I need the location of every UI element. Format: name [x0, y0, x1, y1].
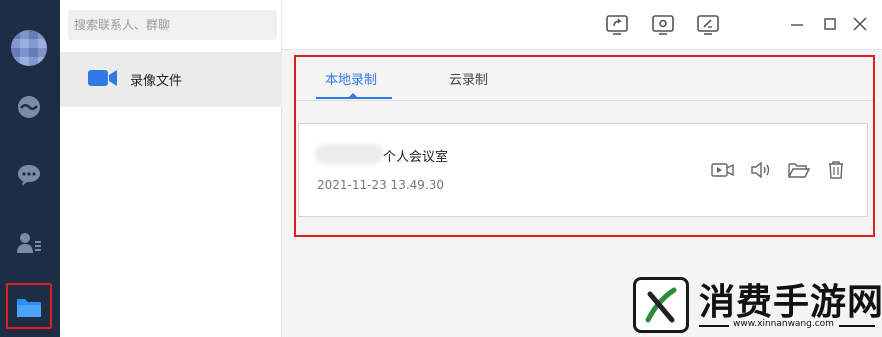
watermark-rule-right: [839, 325, 875, 327]
meeting-icon[interactable]: [14, 92, 44, 122]
avatar[interactable]: [11, 30, 47, 66]
play-video-icon[interactable]: [711, 159, 735, 181]
recording-tabs: 本地录制 云录制: [296, 57, 873, 101]
recording-item[interactable]: 个人会议室 2021-11-23 13.49.30: [298, 123, 868, 217]
sidebar-item-label: 录像文件: [130, 74, 183, 89]
watermark-url: www.xinnanwang.com: [733, 319, 834, 329]
watermark-logo: [633, 277, 689, 333]
close-icon[interactable]: [851, 15, 869, 33]
sidebar-item-recordings[interactable]: 录像文件: [60, 52, 282, 107]
tab-cloud-recording[interactable]: 云录制: [449, 69, 488, 88]
share-screen-icon[interactable]: [605, 13, 629, 37]
watermark-rule-left: [699, 325, 729, 327]
recordings-panel: 本地录制 云录制 个人会议室 2021-11-23 13.49.30: [294, 55, 875, 237]
contacts-icon[interactable]: [14, 228, 44, 258]
play-audio-icon[interactable]: [749, 159, 773, 181]
tab-local-recording[interactable]: 本地录制: [325, 69, 377, 88]
chat-icon[interactable]: [14, 160, 44, 190]
screen-settings-icon[interactable]: [651, 13, 675, 37]
sidebar: [60, 0, 282, 337]
video-camera-icon: [88, 69, 118, 91]
recording-title: 个人会议室: [383, 150, 449, 165]
minimize-icon[interactable]: [788, 15, 806, 33]
recording-time: 2021-11-23 13.49.30: [317, 178, 444, 192]
watermark: 消费手游网 www.xinnanwang.com: [627, 271, 882, 337]
open-folder-icon[interactable]: [787, 159, 811, 181]
delete-icon[interactable]: [824, 159, 848, 181]
app-nav-rail: [0, 0, 60, 337]
folder-icon[interactable]: [14, 292, 44, 322]
search-input[interactable]: 搜索联系人、群聊: [68, 10, 277, 40]
whiteboard-icon[interactable]: [696, 13, 720, 37]
active-tab-caret: [348, 93, 358, 98]
maximize-icon[interactable]: [821, 15, 839, 33]
title-bar: [282, 0, 882, 50]
blurred-name: [315, 144, 383, 164]
watermark-text: 消费手游网: [699, 282, 882, 323]
